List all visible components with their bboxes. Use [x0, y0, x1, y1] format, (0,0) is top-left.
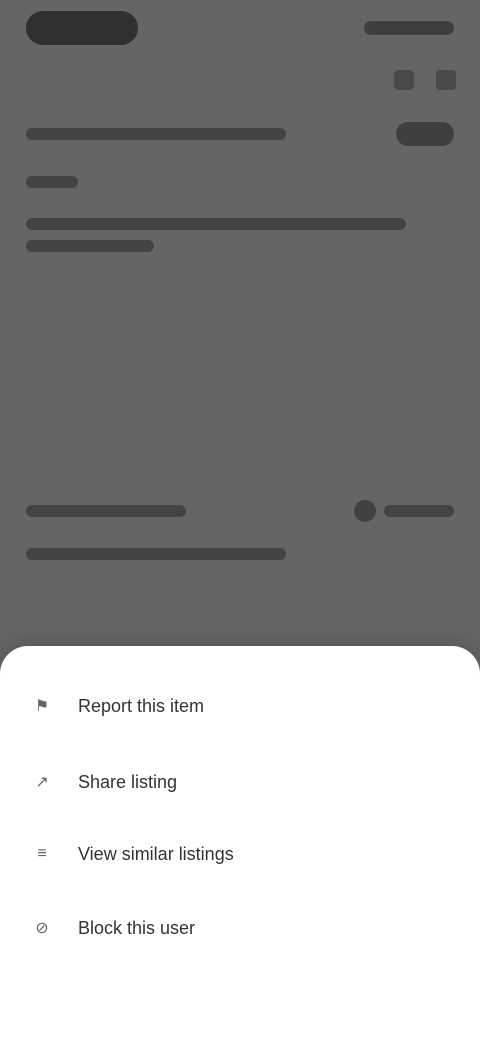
sheet-item-share[interactable]: ↗ Share listing [32, 762, 448, 802]
sheet-item-label: Block this user [78, 917, 196, 938]
sheet-item-label: Report this item [78, 695, 205, 716]
bottom-sheet: ⚑ Report this item ↗ Share listing ≡ Vie… [0, 646, 480, 1040]
block-icon: ⊘ [35, 920, 49, 937]
sheet-item-label: View similar listings [78, 843, 234, 864]
sheet-item-label: Share listing [78, 771, 178, 792]
sheet-item-block[interactable]: ⊘ Block this user [32, 908, 448, 948]
list-icon: ≡ [37, 845, 47, 862]
sheet-item-report[interactable]: ⚑ Report this item [32, 686, 448, 726]
sheet-item-similar[interactable]: ≡ View similar listings [32, 834, 448, 874]
share-icon: ↗ [35, 774, 49, 791]
flag-icon: ⚑ [34, 698, 50, 715]
